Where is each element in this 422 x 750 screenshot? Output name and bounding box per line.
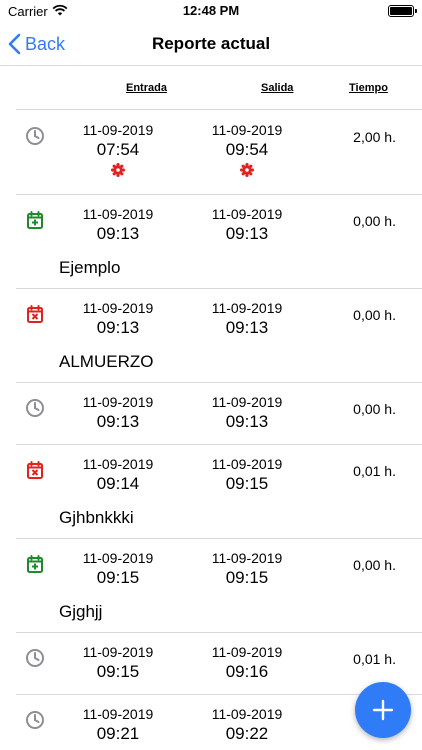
- navigation-bar: Back Reporte actual: [0, 22, 422, 66]
- salida-date: 11-09-2019: [211, 206, 283, 222]
- salida-time: 09:13: [225, 224, 269, 243]
- entrada-date: 11-09-2019: [82, 394, 154, 410]
- duration: 0,00 h.: [353, 557, 396, 573]
- duration: 0,00 h.: [353, 213, 396, 229]
- salida-cell: 11-09-2019 09:13: [187, 393, 307, 433]
- table-row[interactable]: 11-09-2019 09:15 11-09-2019 09:15 0,00 h…: [0, 538, 422, 633]
- add-entry-button[interactable]: [355, 682, 411, 738]
- duration: 0,00 h.: [353, 307, 396, 323]
- table-row[interactable]: 11-09-2019 09:14 11-09-2019 09:15 0,01 h…: [0, 444, 422, 539]
- clock-icon: [25, 126, 45, 146]
- salida-date: 11-09-2019: [211, 644, 283, 660]
- entrada-time: 07:54: [96, 140, 140, 159]
- status-time: 12:48 PM: [182, 3, 240, 18]
- row-note: Gjghjj: [59, 602, 103, 621]
- table-row[interactable]: 11-09-2019 09:13 11-09-2019 09:13 0,00 h…: [0, 382, 422, 445]
- entrada-cell: 11-09-2019 09:15: [58, 643, 178, 683]
- calendar-plus-icon: [25, 554, 45, 574]
- status-bar: Carrier 12:48 PM: [0, 0, 422, 22]
- table-row[interactable]: 11-09-2019 09:13 11-09-2019 09:13 0,00 h…: [0, 194, 422, 289]
- row-note: Ejemplo: [59, 258, 121, 277]
- column-header-tiempo: Tiempo: [349, 82, 388, 94]
- entrada-time: 09:13: [96, 224, 140, 243]
- calendar-plus-icon: [25, 210, 45, 230]
- entrada-date: 11-09-2019: [82, 122, 154, 138]
- entrada-time: 09:13: [96, 412, 140, 431]
- entrada-time: 09:15: [96, 568, 140, 587]
- salida-time: 09:22: [225, 724, 269, 743]
- salida-date: 11-09-2019: [211, 550, 283, 566]
- entrada-cell: 11-09-2019 07:54: [58, 121, 178, 177]
- column-header-entrada: Entrada: [126, 82, 167, 94]
- column-header-salida: Salida: [261, 82, 294, 94]
- salida-cell: 11-09-2019 09:15: [187, 549, 307, 589]
- salida-time: 09:54: [225, 140, 269, 159]
- clock-icon: [25, 648, 45, 668]
- duration: 0,00 h.: [353, 401, 396, 417]
- gear-icon: [240, 163, 254, 177]
- salida-cell: 11-09-2019 09:22: [187, 705, 307, 745]
- entrada-date: 11-09-2019: [82, 300, 154, 316]
- salida-cell: 11-09-2019 09:16: [187, 643, 307, 683]
- salida-cell: 11-09-2019 09:13: [187, 205, 307, 245]
- salida-cell: 11-09-2019 09:15: [187, 455, 307, 495]
- entrada-date: 11-09-2019: [82, 456, 154, 472]
- report-list: 11-09-2019 07:54 11-09-2019 09:54 2,00 h…: [0, 110, 422, 750]
- salida-date: 11-09-2019: [211, 300, 283, 316]
- salida-time: 09:15: [225, 474, 269, 493]
- salida-date: 11-09-2019: [211, 394, 283, 410]
- gear-icon: [111, 163, 125, 177]
- calendar-x-icon: [25, 304, 45, 324]
- salida-time: 09:16: [225, 662, 269, 681]
- page-title: Reporte actual: [151, 34, 271, 53]
- entrada-date: 11-09-2019: [82, 706, 154, 722]
- entrada-cell: 11-09-2019 09:14: [58, 455, 178, 495]
- row-note: ALMUERZO: [59, 352, 154, 371]
- entrada-date: 11-09-2019: [82, 550, 154, 566]
- entrada-time: 09:21: [96, 724, 140, 743]
- table-row[interactable]: 11-09-2019 09:15 11-09-2019 09:16 0,01 h…: [0, 632, 422, 695]
- duration: 0,01 h.: [353, 651, 396, 667]
- entrada-time: 09:13: [96, 318, 140, 337]
- row-note: Gjhbnkkki: [59, 508, 134, 527]
- table-row[interactable]: 11-09-2019 07:54 11-09-2019 09:54 2,00 h…: [0, 110, 422, 195]
- entrada-cell: 11-09-2019 09:13: [58, 299, 178, 339]
- table-header: Entrada Salida Tiempo: [16, 66, 422, 110]
- salida-time: 09:13: [225, 412, 269, 431]
- table-row[interactable]: 11-09-2019 09:13 11-09-2019 09:13 0,00 h…: [0, 288, 422, 383]
- entrada-cell: 11-09-2019 09:21: [58, 705, 178, 745]
- salida-time: 09:15: [225, 568, 269, 587]
- salida-date: 11-09-2019: [211, 122, 283, 138]
- entrada-time: 09:15: [96, 662, 140, 681]
- entrada-cell: 11-09-2019 09:13: [58, 205, 178, 245]
- clock-icon: [25, 710, 45, 730]
- entrada-time: 09:14: [96, 474, 140, 493]
- clock-icon: [25, 398, 45, 418]
- entrada-cell: 11-09-2019 09:15: [58, 549, 178, 589]
- battery-icon: [388, 5, 417, 17]
- salida-date: 11-09-2019: [211, 456, 283, 472]
- entrada-date: 11-09-2019: [82, 644, 154, 660]
- calendar-x-icon: [25, 460, 45, 480]
- duration: 2,00 h.: [353, 129, 396, 145]
- plus-icon: [372, 699, 394, 721]
- entrada-date: 11-09-2019: [82, 206, 154, 222]
- duration: 0,01 h.: [353, 463, 396, 479]
- entrada-cell: 11-09-2019 09:13: [58, 393, 178, 433]
- salida-time: 09:13: [225, 318, 269, 337]
- salida-cell: 11-09-2019 09:13: [187, 299, 307, 339]
- salida-date: 11-09-2019: [211, 706, 283, 722]
- salida-cell: 11-09-2019 09:54: [187, 121, 307, 177]
